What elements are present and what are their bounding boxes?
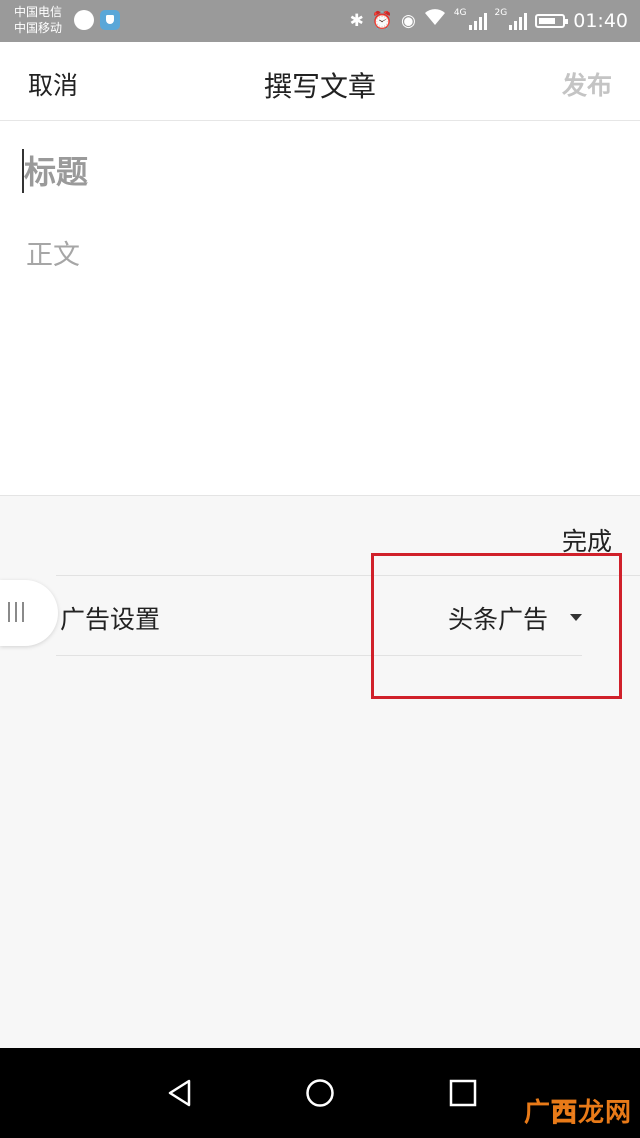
navigation-bar: 广西龙网 (0, 1048, 640, 1138)
shield-app-icon (100, 10, 120, 30)
signal-icon-2 (509, 12, 528, 30)
watermark-logo: 广西龙网 (524, 1092, 632, 1129)
carrier-info: 中国电信 中国移动 (14, 4, 62, 36)
publish-button[interactable]: 发布 (562, 66, 612, 102)
clock: 01:40 (573, 9, 628, 32)
wifi-icon (424, 8, 446, 33)
network-type-2: 2G (494, 7, 508, 18)
home-icon[interactable] (305, 1078, 335, 1108)
alarm-icon: ⏰ (371, 10, 393, 31)
carrier-2: 中国移动 (14, 21, 63, 35)
highlight-annotation (371, 553, 622, 699)
settings-panel: 完成 广告设置 头条广告 (0, 495, 640, 1049)
back-icon[interactable] (165, 1078, 195, 1108)
notification-icons (74, 10, 120, 30)
status-bar: 中国电信 中国移动 ✱ ⏰ ◉ 4G 2G 01:40 (0, 0, 640, 42)
menu-lines-icon (8, 602, 24, 622)
page-title: 撰写文章 (263, 70, 376, 103)
watermark-part-3: 龙网 (577, 1098, 632, 1128)
eye-icon: ◉ (400, 10, 416, 31)
article-editor: 标题 正文 (0, 121, 640, 495)
recent-apps-icon[interactable] (448, 1078, 478, 1108)
status-right: ✱ ⏰ ◉ 4G 2G 01:40 (350, 8, 628, 33)
volume-icon (74, 10, 94, 30)
bluetooth-icon: ✱ (349, 10, 364, 31)
ad-setting-label: 广告设置 (60, 605, 161, 634)
signal-icon-1 (468, 12, 487, 30)
watermark-part-1: 广 (523, 1098, 551, 1128)
watermark-part-2: 西 (550, 1098, 578, 1129)
battery-icon (535, 13, 569, 28)
drawer-handle[interactable] (0, 580, 58, 646)
body-input[interactable]: 正文 (26, 233, 80, 272)
network-type-1: 4G (453, 7, 467, 18)
carrier-1: 中国电信 (14, 5, 63, 19)
header-bar: 取消 撰写文章 发布 (0, 42, 640, 121)
title-input[interactable]: 标题 (24, 147, 88, 193)
